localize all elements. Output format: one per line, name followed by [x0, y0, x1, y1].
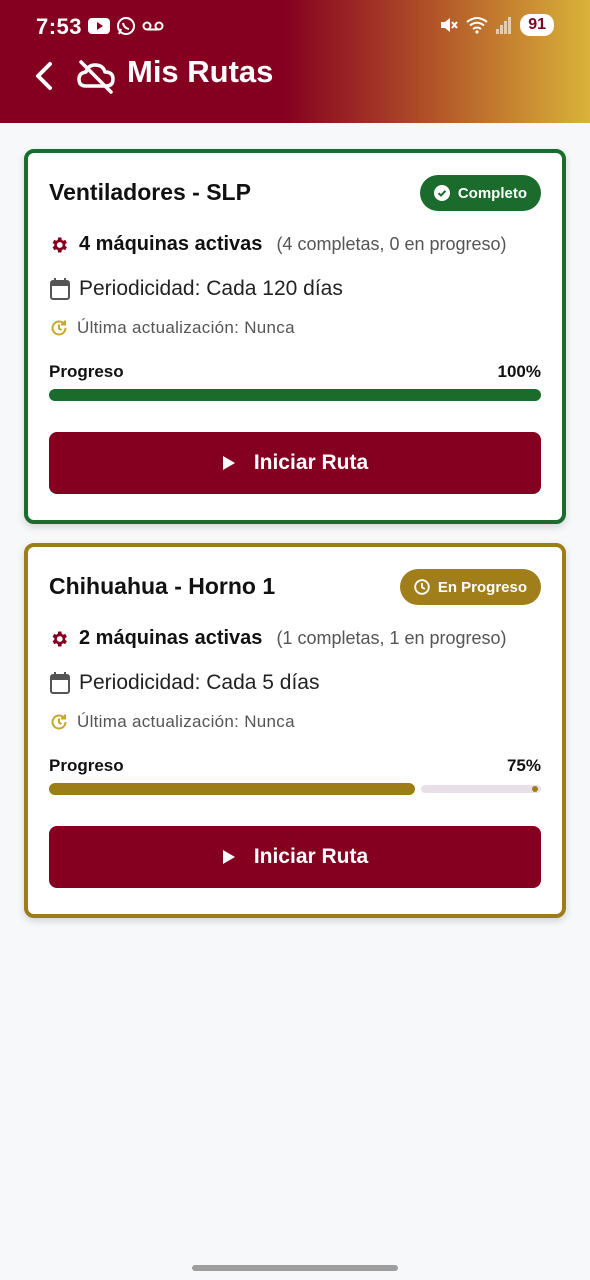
status-badge: Completo — [419, 175, 541, 211]
machines-detail: (4 completas, 0 en progreso) — [276, 234, 507, 254]
signal-icon — [496, 17, 512, 34]
whatsapp-icon — [117, 17, 135, 35]
status-bar: 7:53 91 — [0, 0, 590, 56]
status-badge: En Progreso — [399, 569, 541, 605]
app-bar: Mis Rutas — [0, 50, 590, 102]
machines-row: 2 máquinas activas (1 completas, 1 en pr… — [49, 627, 507, 650]
route-name: Ventiladores - SLP — [49, 179, 251, 205]
status-time: 7:53 — [36, 14, 83, 39]
route-name: Chihuahua - Horno 1 — [49, 573, 276, 599]
back-arrow-icon[interactable] — [30, 56, 60, 96]
start-route-button[interactable]: Iniciar Ruta — [49, 826, 541, 888]
periodicity-row: Periodicidad: Cada 5 días — [49, 671, 320, 695]
machines-count: 4 máquinas activas — [79, 233, 263, 255]
home-indicator[interactable] — [192, 1265, 398, 1271]
app-header: 7:53 91 Mis Rutas — [0, 0, 590, 123]
gear-icon — [52, 237, 67, 252]
progress-bar — [49, 783, 541, 795]
play-icon — [222, 850, 235, 864]
status-badge-label: Completo — [457, 184, 527, 202]
check-circle-icon — [433, 185, 450, 201]
machines-count: 2 máquinas activas — [79, 627, 263, 649]
progress-label: Progreso — [49, 756, 124, 775]
status-notification-icons — [88, 16, 164, 36]
status-system-icons: 91 — [438, 14, 554, 36]
route-card[interactable]: Chihuahua - Horno 1 En Progreso 2 máquin… — [24, 543, 566, 918]
wifi-icon — [466, 17, 488, 34]
periodicity-text: Periodicidad: Cada 5 días — [79, 671, 320, 694]
start-route-button[interactable]: Iniciar Ruta — [49, 432, 541, 494]
battery-indicator: 91 — [520, 14, 554, 36]
periodicity-text: Periodicidad: Cada 120 días — [79, 277, 343, 300]
last-update-row: Última actualización: Nunca — [49, 712, 295, 732]
status-badge-label: En Progreso — [437, 578, 527, 596]
progress-end-dot — [532, 786, 538, 792]
youtube-icon — [88, 18, 110, 34]
machines-detail: (1 completas, 1 en progreso) — [276, 628, 507, 648]
play-icon — [222, 456, 235, 470]
update-icon — [51, 320, 67, 336]
page-title: Mis Rutas — [127, 54, 274, 89]
last-update-text: Última actualización: Nunca — [77, 318, 295, 337]
progress-fill — [49, 783, 415, 795]
gear-icon — [52, 631, 67, 646]
last-update-text: Última actualización: Nunca — [77, 712, 295, 731]
cloud-off-icon — [77, 60, 115, 94]
start-route-label: Iniciar Ruta — [253, 845, 369, 868]
last-update-row: Última actualización: Nunca — [49, 318, 295, 338]
progress-bar — [49, 389, 541, 401]
start-route-label: Iniciar Ruta — [253, 451, 369, 474]
periodicity-row: Periodicidad: Cada 120 días — [49, 277, 343, 301]
clock-icon — [414, 579, 430, 595]
route-card[interactable]: Ventiladores - SLP Completo 4 máquinas a… — [24, 149, 566, 524]
progress-label: Progreso — [49, 362, 124, 381]
calendar-icon — [50, 672, 70, 694]
progress-percent: 75% — [506, 756, 541, 775]
mute-icon — [441, 18, 458, 32]
voicemail-icon — [142, 21, 164, 31]
machines-row: 4 máquinas activas (4 completas, 0 en pr… — [49, 233, 507, 256]
progress-fill — [49, 389, 541, 401]
update-icon — [51, 714, 67, 730]
progress-remaining — [421, 785, 541, 793]
calendar-icon — [50, 278, 70, 300]
progress-percent: 100% — [497, 362, 541, 381]
